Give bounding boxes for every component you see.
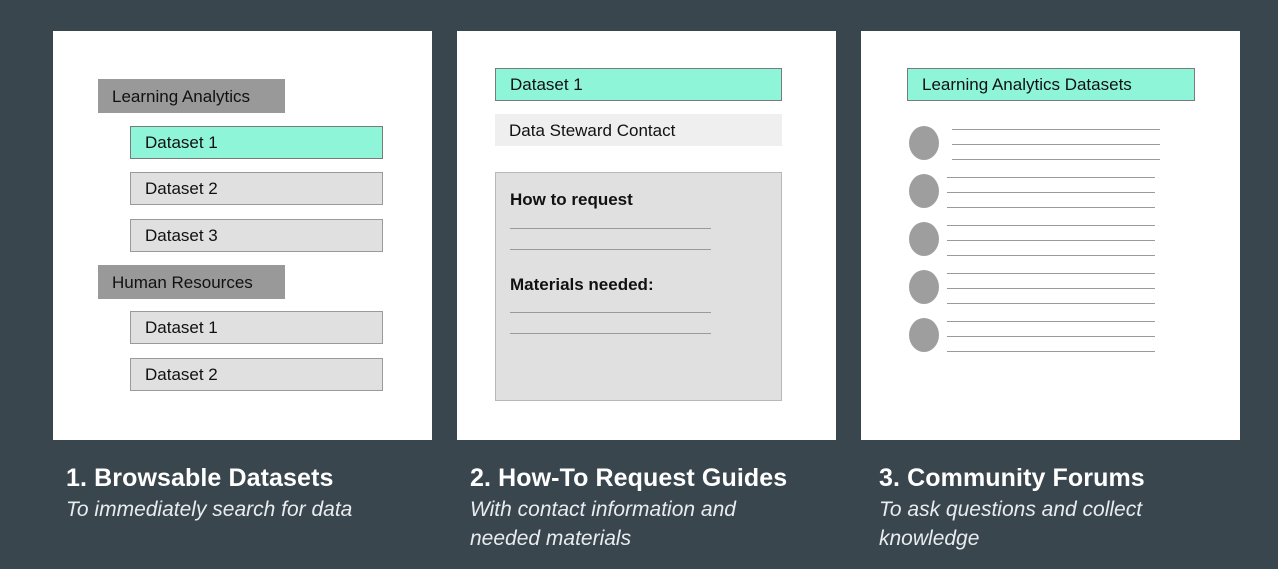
post-text-line bbox=[947, 273, 1155, 274]
caption-browsable-datasets: 1. Browsable Datasets To immediately sea… bbox=[66, 462, 436, 524]
caption-title: 1. Browsable Datasets bbox=[66, 464, 334, 492]
post-text-line bbox=[947, 207, 1155, 208]
post-text-line bbox=[947, 177, 1155, 178]
request-instructions-box: How to request Materials needed: bbox=[495, 172, 782, 401]
caption-subtitle: To immediately search for data bbox=[66, 498, 353, 521]
category-human-resources[interactable]: Human Resources bbox=[98, 265, 285, 299]
post-text-line bbox=[952, 144, 1160, 145]
user-avatar[interactable] bbox=[909, 270, 939, 304]
dataset-item[interactable]: Dataset 2 bbox=[130, 172, 383, 205]
request-guide-panel: Dataset 1 Data Steward Contact How to re… bbox=[457, 31, 836, 440]
placeholder-line bbox=[510, 228, 711, 229]
dataset-item[interactable]: Dataset 2 bbox=[130, 358, 383, 391]
post-text-line bbox=[952, 159, 1160, 160]
user-avatar[interactable] bbox=[909, 126, 939, 160]
caption-title: 2. How-To Request Guides bbox=[470, 464, 788, 492]
dataset-item[interactable]: Dataset 3 bbox=[130, 219, 383, 252]
dataset-item-selected[interactable]: Dataset 1 bbox=[130, 126, 383, 159]
how-to-request-heading: How to request bbox=[510, 190, 633, 209]
post-text-line bbox=[947, 225, 1155, 226]
caption-subtitle: With contact information and needed mate… bbox=[470, 498, 736, 550]
post-text-line bbox=[952, 129, 1160, 130]
post-text-line bbox=[947, 288, 1155, 289]
placeholder-line bbox=[510, 333, 711, 334]
dataset-item[interactable]: Dataset 1 bbox=[130, 311, 383, 344]
post-text-line bbox=[947, 336, 1155, 337]
user-avatar[interactable] bbox=[909, 174, 939, 208]
post-text-line bbox=[947, 321, 1155, 322]
browsable-datasets-panel: Learning Analytics Dataset 1 Dataset 2 D… bbox=[53, 31, 432, 440]
category-learning-analytics[interactable]: Learning Analytics bbox=[98, 79, 285, 113]
post-text-line bbox=[947, 240, 1155, 241]
data-steward-contact[interactable]: Data Steward Contact bbox=[495, 114, 782, 146]
user-avatar[interactable] bbox=[909, 318, 939, 352]
caption-subtitle: To ask questions and collect knowledge bbox=[879, 498, 1143, 550]
dataset-title-bar: Dataset 1 bbox=[495, 68, 782, 101]
post-text-line bbox=[947, 303, 1155, 304]
post-text-line bbox=[947, 192, 1155, 193]
placeholder-line bbox=[510, 249, 711, 250]
materials-needed-heading: Materials needed: bbox=[510, 275, 654, 294]
caption-title: 3. Community Forums bbox=[879, 464, 1145, 492]
caption-community-forums: 3. Community Forums To ask questions and… bbox=[879, 462, 1259, 553]
user-avatar[interactable] bbox=[909, 222, 939, 256]
post-text-line bbox=[947, 351, 1155, 352]
forum-title-bar: Learning Analytics Datasets bbox=[907, 68, 1195, 101]
placeholder-line bbox=[510, 312, 711, 313]
community-forum-panel: Learning Analytics Datasets bbox=[861, 31, 1240, 440]
caption-request-guides: 2. How-To Request Guides With contact in… bbox=[470, 462, 840, 553]
post-text-line bbox=[947, 255, 1155, 256]
